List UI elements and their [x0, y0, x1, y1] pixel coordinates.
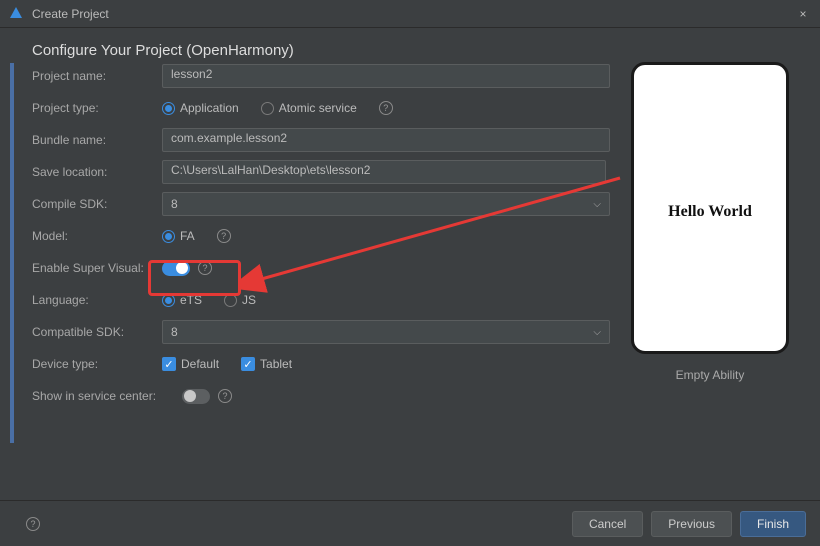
checkbox-default[interactable]: ✓ Default	[162, 357, 219, 371]
wizard-step-indicator	[10, 63, 14, 443]
checkbox-tablet[interactable]: ✓ Tablet	[241, 357, 292, 371]
compile-sdk-select[interactable]: 8 ⌵	[162, 192, 610, 216]
label-show-in-service-center: Show in service center:	[32, 389, 182, 403]
label-model: Model:	[32, 229, 162, 243]
show-in-service-center-toggle[interactable]	[182, 389, 210, 404]
help-icon[interactable]: ?	[218, 389, 232, 403]
label-project-name: Project name:	[32, 69, 162, 83]
close-icon[interactable]: ×	[794, 7, 812, 21]
bundle-name-input[interactable]: com.example.lesson2	[162, 128, 610, 152]
radio-ets[interactable]: eTS	[162, 293, 202, 307]
save-location-input[interactable]: C:\Users\LalHan\Desktop\ets\lesson2	[162, 160, 606, 184]
help-icon[interactable]: ?	[217, 229, 231, 243]
label-compile-sdk: Compile SDK:	[32, 197, 162, 211]
label-bundle-name: Bundle name:	[32, 133, 162, 147]
window-title: Create Project	[32, 7, 109, 21]
label-enable-super-visual: Enable Super Visual:	[32, 261, 162, 275]
project-name-input[interactable]: lesson2	[162, 64, 610, 88]
preview-caption: Empty Ability	[676, 368, 745, 382]
chevron-down-icon: ⌵	[593, 327, 601, 338]
radio-js[interactable]: JS	[224, 293, 256, 307]
phone-mockup: Hello World	[631, 62, 789, 354]
cancel-button[interactable]: Cancel	[572, 511, 643, 537]
label-device-type: Device type:	[32, 357, 162, 371]
help-icon[interactable]: ?	[26, 517, 40, 531]
radio-atomic-service[interactable]: Atomic service	[261, 101, 357, 115]
footer-bar: ? Cancel Previous Finish	[0, 500, 820, 546]
radio-application[interactable]: Application	[162, 101, 239, 115]
help-icon[interactable]: ?	[198, 261, 212, 275]
help-icon[interactable]: ?	[379, 101, 393, 115]
enable-super-visual-toggle[interactable]	[162, 261, 190, 276]
preview-panel: Hello World Empty Ability	[620, 62, 800, 500]
label-language: Language:	[32, 293, 162, 307]
label-save-location: Save location:	[32, 165, 162, 179]
label-project-type: Project type:	[32, 101, 162, 115]
finish-button[interactable]: Finish	[740, 511, 806, 537]
title-bar: Create Project ×	[0, 0, 820, 28]
label-compatible-sdk: Compatible SDK:	[32, 325, 162, 339]
chevron-down-icon: ⌵	[593, 199, 601, 210]
app-logo-icon	[8, 6, 24, 22]
previous-button[interactable]: Previous	[651, 511, 732, 537]
form-area: Project name: lesson2 Project type: Appl…	[32, 60, 620, 500]
compatible-sdk-select[interactable]: 8 ⌵	[162, 320, 610, 344]
radio-fa[interactable]: FA	[162, 229, 195, 243]
preview-text: Hello World	[668, 203, 752, 221]
